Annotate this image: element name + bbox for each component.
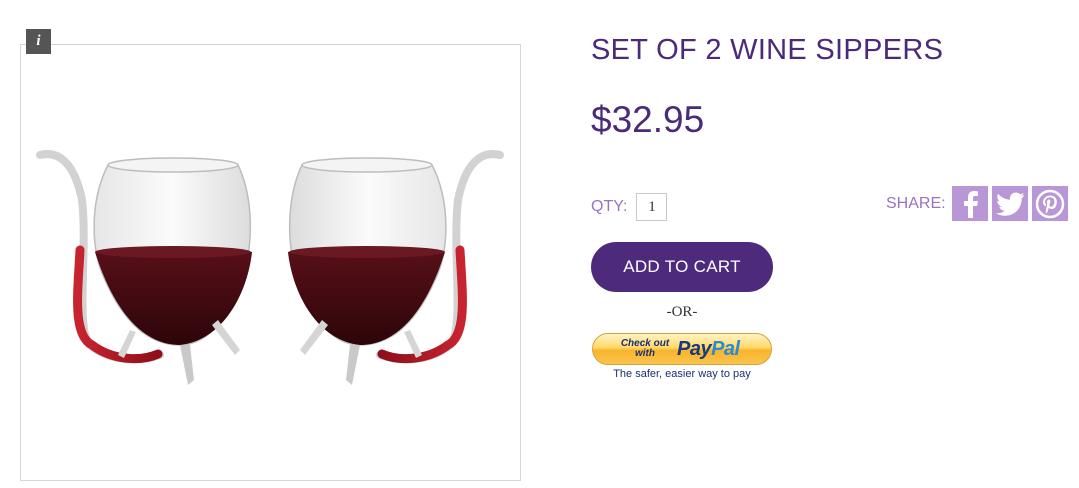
- twitter-icon[interactable]: [991, 186, 1028, 221]
- share-label: SHARE:: [886, 194, 946, 212]
- paypal-logo-pay: Pay: [677, 337, 712, 360]
- product-title: SET OF 2 WINE SIPPERS: [591, 34, 944, 66]
- product-page: i SET OF 2 WINE SIPPERS $32.95 QTY: 1 SH…: [0, 0, 1079, 488]
- left-wine-glass: [36, 150, 252, 385]
- add-to-cart-button[interactable]: ADD TO CART: [591, 242, 773, 292]
- quantity-row: QTY:: [591, 192, 668, 222]
- paypal-checkout-text: Check out with: [620, 338, 670, 359]
- share-row: SHARE:: [886, 186, 1068, 221]
- paypal-logo: PayPal: [677, 338, 740, 361]
- pinterest-icon[interactable]: [1031, 186, 1068, 221]
- paypal-tagline: The safer, easier way to pay: [613, 368, 751, 380]
- facebook-icon[interactable]: [951, 186, 988, 221]
- product-price: $32.95: [591, 99, 705, 140]
- quantity-label: QTY:: [591, 198, 628, 215]
- right-wine-glass: [288, 150, 504, 385]
- info-icon[interactable]: i: [26, 29, 51, 54]
- or-divider: -OR-: [666, 304, 698, 320]
- paypal-logo-pal: Pal: [711, 337, 740, 360]
- quantity-input[interactable]: [636, 193, 668, 221]
- product-image: [36, 150, 504, 385]
- paypal-checkout-button[interactable]: Check out with PayPal: [592, 333, 772, 365]
